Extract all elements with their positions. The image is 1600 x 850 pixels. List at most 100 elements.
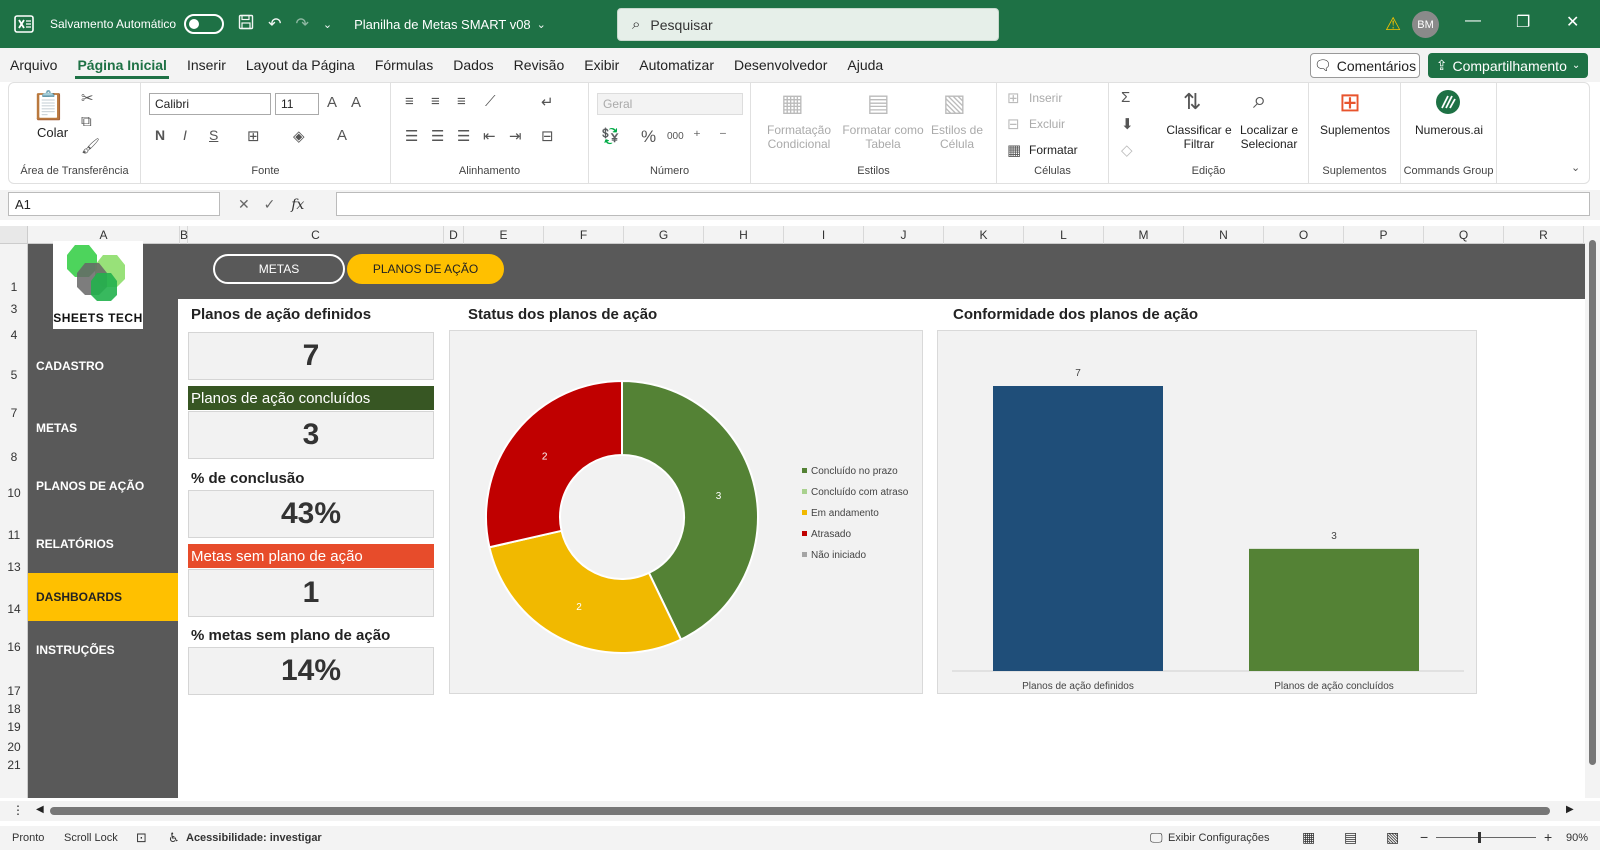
status-display-settings[interactable]: Exibir Configurações [1168, 832, 1270, 844]
restore-icon[interactable]: ❐ [1516, 12, 1530, 32]
row-header[interactable]: 16 [0, 640, 28, 654]
zoom-slider[interactable] [1436, 837, 1536, 838]
align-top-icon[interactable]: ≡ [405, 93, 414, 110]
menu-item-8[interactable]: Automatizar [637, 51, 716, 79]
row-header[interactable]: 4 [0, 328, 28, 342]
undo-icon[interactable]: ↶ [268, 14, 281, 34]
donut-slice-3[interactable] [485, 379, 623, 549]
normal-view-icon[interactable]: ▦ [1302, 829, 1315, 846]
excel-logo-icon[interactable] [0, 0, 48, 48]
increase-indent-icon[interactable]: ⇥ [509, 127, 522, 145]
copy-icon[interactable]: ⧉ [81, 113, 92, 130]
format-painter-icon[interactable]: 🖌 [81, 137, 100, 155]
underline-button[interactable]: S [209, 127, 218, 143]
zoom-in-icon[interactable]: + [1544, 829, 1552, 845]
numerous-button-label[interactable]: Numerous.ai [1405, 123, 1493, 137]
cell-styles-icon[interactable]: ▧ [943, 89, 966, 118]
scroll-right-icon[interactable]: ▶ [1566, 804, 1574, 815]
nav-metas[interactable]: METAS [28, 404, 178, 452]
status-accessibility[interactable]: Acessibilidade: investigar [186, 832, 322, 844]
borders-icon[interactable]: ⊞ [247, 127, 260, 145]
bar-chart-frame[interactable]: 7 Planos de ação definidos 3 Planos de ação… [937, 330, 1477, 694]
zoom-slider-thumb[interactable] [1478, 832, 1481, 843]
increase-decimal-icon[interactable]: ⁺ [693, 127, 701, 145]
zoom-out-icon[interactable]: − [1420, 829, 1428, 845]
row-header[interactable]: 8 [0, 450, 28, 464]
nav-planos-de-acao[interactable]: PLANOS DE AÇÃO [28, 462, 178, 510]
column-header[interactable]: Q [1424, 226, 1504, 244]
align-center-icon[interactable]: ☰ [431, 127, 444, 145]
column-header[interactable]: G [624, 226, 704, 244]
menu-item-7[interactable]: Exibir [582, 51, 621, 79]
number-format-select[interactable]: Geral [597, 93, 743, 115]
row-header[interactable]: 21 [0, 758, 28, 772]
cancel-icon[interactable]: ✕ [238, 196, 250, 212]
paste-label[interactable]: Colar [37, 125, 68, 140]
find-select-label[interactable]: Localizar e Selecionar [1233, 123, 1305, 151]
horizontal-scrollbar[interactable]: ⋮ ◀ ▶ [0, 801, 1600, 821]
column-header[interactable]: C [188, 226, 444, 244]
row-header[interactable]: 7 [0, 406, 28, 420]
menu-item-3[interactable]: Layout da Página [244, 51, 357, 79]
save-icon[interactable] [238, 14, 254, 35]
format-table-label[interactable]: Formatar como Tabela [841, 123, 925, 151]
column-header[interactable]: D [444, 226, 464, 244]
redo-icon[interactable]: ↷ [295, 14, 308, 34]
close-icon[interactable]: ✕ [1566, 12, 1579, 32]
tab-planos-de-acao[interactable]: PLANOS DE AÇÃO [347, 254, 504, 284]
align-middle-icon[interactable]: ≡ [431, 93, 440, 110]
column-header[interactable]: F [544, 226, 624, 244]
row-header[interactable]: 5 [0, 368, 28, 382]
column-header[interactable]: L [1024, 226, 1104, 244]
menu-item-6[interactable]: Revisão [512, 51, 567, 79]
format-table-icon[interactable]: ▤ [867, 89, 890, 118]
column-header[interactable]: E [464, 226, 544, 244]
insert-cells-label[interactable]: Inserir [1029, 91, 1062, 105]
avatar[interactable]: BM [1412, 11, 1439, 38]
sort-filter-icon[interactable]: ⇅ [1183, 89, 1201, 115]
display-settings-icon[interactable]: 🖵 [1150, 830, 1163, 846]
align-bottom-icon[interactable]: ≡ [457, 93, 466, 110]
delete-cells-icon[interactable]: ⊟ [1007, 115, 1020, 133]
orientation-icon[interactable]: ⟋ [485, 93, 496, 110]
menu-item-9[interactable]: Desenvolvedor [732, 51, 829, 79]
column-header[interactable]: N [1184, 226, 1264, 244]
menu-item-5[interactable]: Dados [451, 51, 495, 79]
find-select-icon[interactable]: ⌕ [1253, 87, 1266, 115]
insert-cells-icon[interactable]: ⊞ [1007, 89, 1020, 107]
search-box[interactable]: ⌕ Pesquisar [617, 8, 999, 41]
autosave-toggle[interactable] [184, 14, 225, 34]
column-header[interactable]: H [704, 226, 784, 244]
horizontal-scroll-thumb[interactable] [50, 807, 1550, 815]
column-header[interactable]: B [180, 226, 188, 244]
format-cells-label[interactable]: Formatar [1029, 143, 1078, 157]
thousands-button[interactable]: 000 [667, 131, 684, 142]
column-header[interactable]: I [784, 226, 864, 244]
vertical-scroll-thumb[interactable] [1589, 240, 1596, 765]
numerous-icon[interactable] [1435, 89, 1461, 119]
decrease-font-icon[interactable]: A [351, 94, 361, 111]
addins-icon[interactable]: ⊞ [1339, 87, 1361, 118]
scroll-left-icon[interactable]: ◀ [36, 804, 44, 815]
formula-input[interactable] [336, 192, 1590, 216]
donut-slice-2[interactable] [488, 529, 683, 654]
autosum-icon[interactable]: Σ [1121, 89, 1130, 106]
font-size-select[interactable]: 11 [275, 93, 319, 115]
column-header[interactable]: K [944, 226, 1024, 244]
collapse-ribbon-icon[interactable]: ⌄ [1571, 161, 1580, 174]
fill-color-icon[interactable]: ◈ [293, 127, 305, 145]
percent-button[interactable]: % [641, 127, 656, 147]
column-header[interactable]: O [1264, 226, 1344, 244]
align-left-icon[interactable]: ☰ [405, 127, 418, 145]
bold-button[interactable]: N [155, 127, 165, 143]
wrap-text-icon[interactable]: ↵ [541, 93, 554, 111]
worksheet[interactable]: ABCDEFGHIJKLMNOPQR 1 3 4 5 7 8 10 11 13 14 16 17 18 1… [0, 226, 1600, 798]
nav-cadastro[interactable]: CADASTRO [28, 342, 178, 390]
zoom-level[interactable]: 90% [1566, 832, 1588, 844]
chevron-down-icon[interactable]: ⌄ [537, 18, 546, 31]
warning-icon[interactable]: ⚠ [1385, 14, 1401, 35]
minimize-icon[interactable]: — [1465, 12, 1481, 30]
row-header[interactable]: 19 [0, 720, 28, 734]
fill-icon[interactable]: ⬇ [1121, 115, 1134, 133]
comments-button[interactable]: 🗨 Comentários [1310, 53, 1420, 78]
